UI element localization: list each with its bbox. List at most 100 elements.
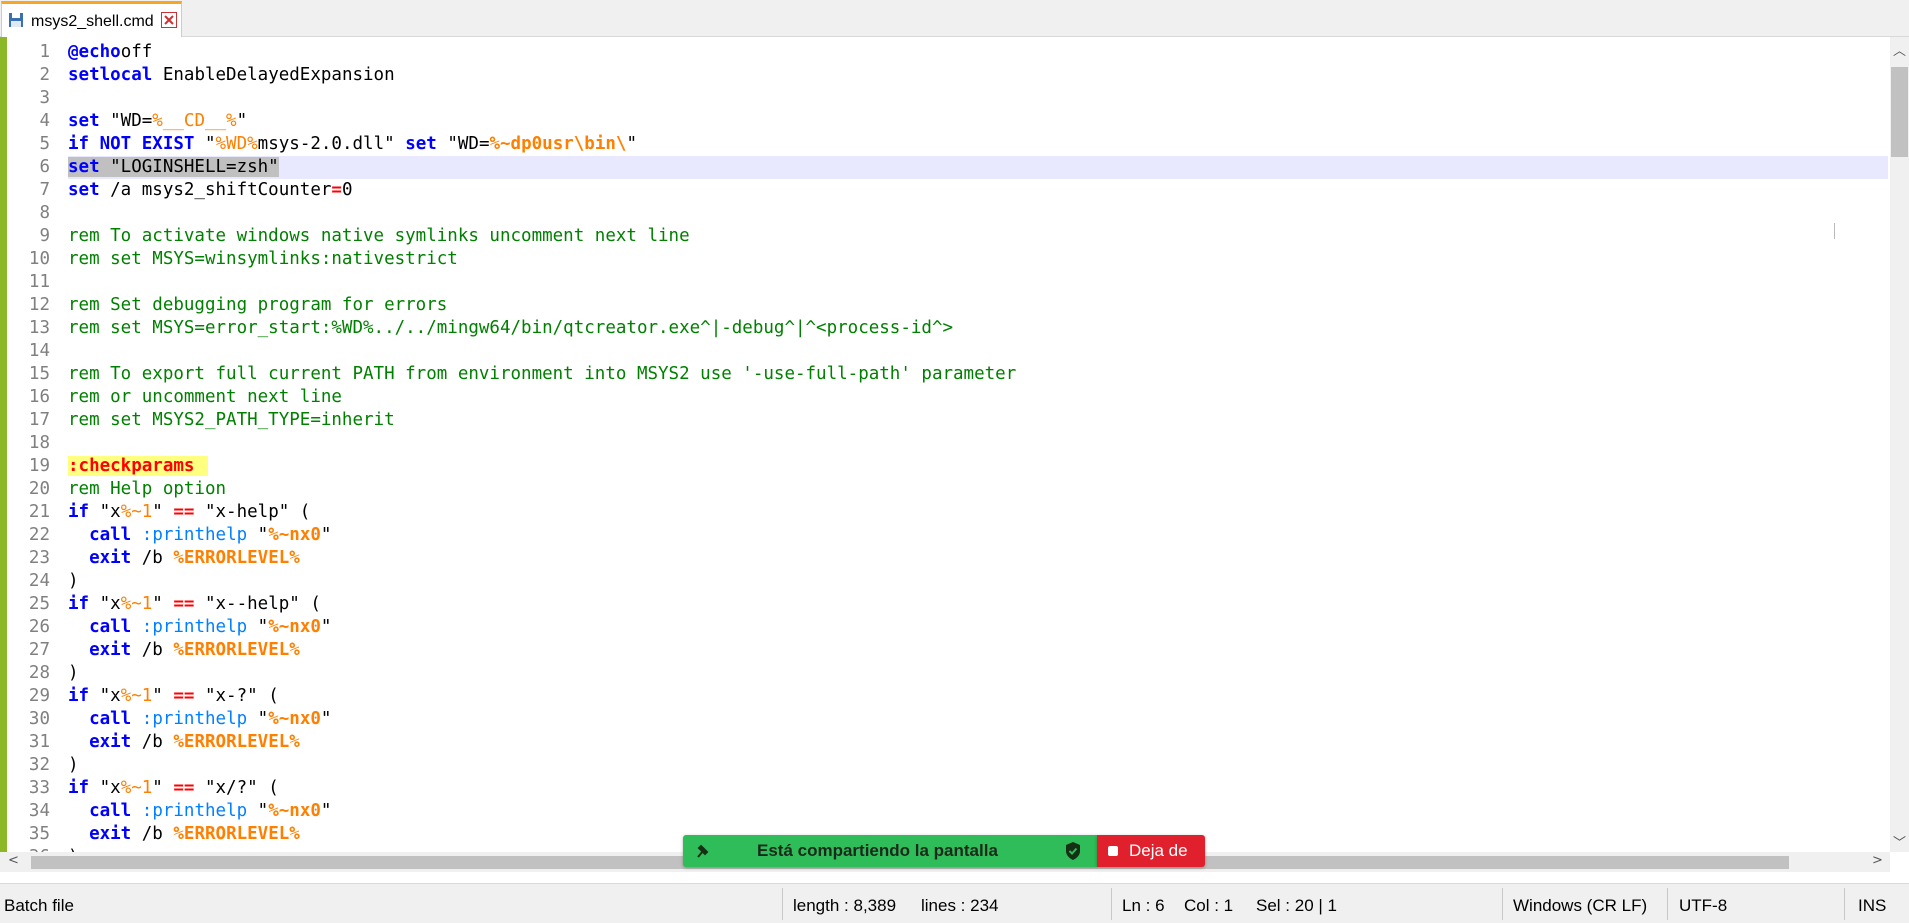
- code-line[interactable]: rem Set debugging program for errors: [68, 294, 447, 317]
- code-line[interactable]: rem set MSYS2_PATH_TYPE=inherit: [68, 409, 395, 432]
- code-token: setlocal: [68, 65, 153, 85]
- code-line[interactable]: setlocal EnableDelayedExpansion: [68, 64, 395, 87]
- code-token: ": [152, 502, 174, 522]
- code-line[interactable]: exit /b %ERRORLEVEL%: [68, 823, 300, 846]
- line-number: 24: [28, 571, 50, 591]
- line-number: 6: [39, 157, 50, 177]
- code-token: =: [331, 180, 342, 200]
- code-token: EnableDelayedExpansion: [152, 65, 395, 85]
- code-line[interactable]: exit /b %ERRORLEVEL%: [68, 547, 300, 570]
- code-token: ": [194, 134, 216, 154]
- code-token: ": [236, 111, 248, 131]
- code-token: "x: [89, 594, 121, 614]
- code-line[interactable]: call :printhelp "%~nx0": [68, 616, 331, 639]
- code-token: %ERRORLEVEL%: [173, 732, 300, 752]
- code-line[interactable]: rem set MSYS=error_start:%WD%../../mingw…: [68, 317, 953, 340]
- current-code-line[interactable]: set "LOGINSHELL=zsh": [68, 156, 1888, 179]
- code-token: @: [68, 42, 79, 62]
- line-number-gutter: 1 2 3 4 5 6 7 8 9 10 11 12 13 14 15 16 17 18 19 20 21 22 23 24 2…: [7, 37, 51, 867]
- stop-sharing-button[interactable]: Deja de: [1097, 835, 1205, 867]
- code-line[interactable]: ): [68, 662, 79, 685]
- code-token: if NOT EXIST: [68, 134, 195, 154]
- line-number: 33: [28, 778, 50, 798]
- code-line[interactable]: rem Help option: [68, 478, 226, 501]
- status-selection: Sel : 20 | 1: [1256, 896, 1337, 915]
- tab-msys2-shell[interactable]: msys2_shell.cmd: [1, 1, 182, 37]
- code-line[interactable]: if NOT EXIST "%WD%msys-2.0.dll" set "WD=…: [68, 133, 637, 156]
- line-number: 14: [28, 341, 50, 361]
- code-line[interactable]: call :printhelp "%~nx0": [68, 800, 331, 823]
- status-bar: Batch file length : 8,389 lines : 234 Ln…: [0, 883, 1909, 923]
- code-line[interactable]: rem set MSYS=winsymlinks:nativestrict: [68, 248, 458, 271]
- code-line[interactable]: call :printhelp "%~nx0": [68, 524, 331, 547]
- code-token: "x--help" (: [194, 594, 321, 614]
- close-tab-icon[interactable]: [161, 12, 177, 28]
- code-token: ": [320, 617, 332, 637]
- code-line[interactable]: if "x%~1" == "x--help" (: [68, 593, 321, 616]
- code-token: :printhelp: [141, 525, 248, 545]
- code-line[interactable]: rem To activate windows native symlinks …: [68, 225, 690, 248]
- code-token: ": [152, 594, 174, 614]
- code-token: %~nx0: [268, 617, 321, 637]
- line-number: 11: [28, 272, 50, 292]
- code-line[interactable]: call :printhelp "%~nx0": [68, 708, 331, 731]
- code-line[interactable]: ): [68, 754, 79, 777]
- code-token: ": [626, 134, 637, 154]
- code-token: ": [152, 686, 174, 706]
- pin-icon[interactable]: [695, 842, 711, 860]
- code-token: %__CD__%: [152, 111, 237, 131]
- line-number: 17: [28, 410, 50, 430]
- code-line[interactable]: rem To export full current PATH from env…: [68, 363, 1016, 386]
- code-line[interactable]: @echooff: [68, 41, 152, 64]
- code-token: %~1: [120, 502, 153, 522]
- code-token: ==: [173, 686, 195, 706]
- stop-sharing-label: Deja de: [1129, 841, 1188, 860]
- code-line[interactable]: exit /b %ERRORLEVEL%: [68, 639, 300, 662]
- code-token: off: [120, 42, 153, 62]
- vertical-scrollbar[interactable]: [1890, 37, 1909, 852]
- code-token: msys-2.0.dll": [257, 134, 406, 154]
- code-token: if: [68, 594, 90, 614]
- line-number: 2: [39, 65, 50, 85]
- status-divider: [1111, 888, 1112, 920]
- code-token: %~dp0usr\bin\: [489, 134, 627, 154]
- line-number: 22: [28, 525, 50, 545]
- code-token: 0: [341, 180, 353, 200]
- code-line[interactable]: :checkparams: [68, 455, 209, 478]
- code-token: if: [68, 686, 90, 706]
- code-token: :checkparams: [68, 456, 195, 476]
- line-number: 31: [28, 732, 50, 752]
- code-token: call: [89, 525, 132, 545]
- code-line[interactable]: ): [68, 570, 79, 593]
- code-token: rem To activate windows native symlinks …: [68, 226, 690, 246]
- stop-square-icon: [1108, 846, 1118, 856]
- code-line[interactable]: set /a msys2_shiftCounter=0: [68, 179, 353, 202]
- change-history-margin: [0, 37, 7, 852]
- scroll-left-icon[interactable]: <: [8, 853, 19, 868]
- code-line[interactable]: if "x%~1" == "x/?" (: [68, 777, 279, 800]
- vertical-scroll-thumb[interactable]: [1891, 67, 1908, 157]
- status-eol[interactable]: Windows (CR LF): [1513, 896, 1647, 916]
- code-editor[interactable]: @echooff setlocal EnableDelayedExpansion s…: [68, 37, 1890, 852]
- scroll-up-icon[interactable]: ︿: [1893, 40, 1906, 59]
- code-token: rem or uncomment next line: [68, 387, 342, 407]
- status-insert-mode: INS: [1858, 896, 1887, 915]
- scroll-right-icon[interactable]: >: [1872, 853, 1883, 868]
- code-line[interactable]: if "x%~1" == "x-?" (: [68, 685, 279, 708]
- screen-share-banner: Está compartiendo la pantalla: [683, 835, 1097, 867]
- code-line[interactable]: set "WD=%__CD__%": [68, 110, 247, 133]
- code-token: %~nx0: [268, 709, 321, 729]
- code-line[interactable]: exit /b %ERRORLEVEL%: [68, 731, 300, 754]
- scroll-down-icon[interactable]: ﹀: [1893, 832, 1906, 851]
- code-token: if: [68, 778, 90, 798]
- line-number: 7: [39, 180, 50, 200]
- line-number: 27: [28, 640, 50, 660]
- code-line[interactable]: if "x%~1" == "x-help" (: [68, 501, 310, 524]
- code-token: /a msys2_shiftCounter: [99, 180, 332, 200]
- code-line[interactable]: rem or uncomment next line: [68, 386, 342, 409]
